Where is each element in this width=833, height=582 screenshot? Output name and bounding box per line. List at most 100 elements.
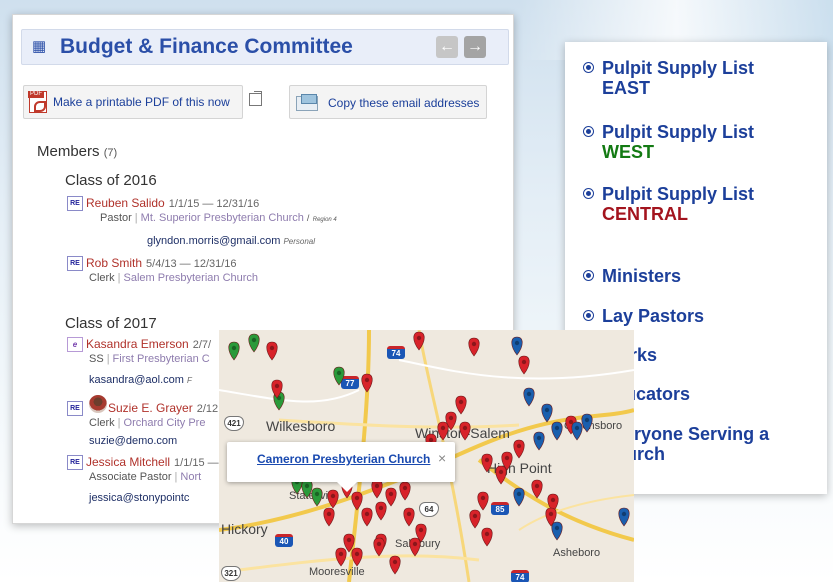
member-name-link[interactable]: Reuben Salido xyxy=(86,196,165,210)
members-heading: Members (7) xyxy=(37,143,117,160)
map-pin-marker[interactable] xyxy=(581,413,593,433)
map-pin-marker[interactable] xyxy=(373,537,385,557)
map-pin-marker[interactable] xyxy=(361,373,373,393)
external-link-icon[interactable] xyxy=(249,91,262,106)
map-pin-marker[interactable] xyxy=(385,487,397,507)
next-arrow-button[interactable]: → xyxy=(464,36,486,58)
class-heading: Class of 2016 xyxy=(65,172,157,189)
map-pin-marker[interactable] xyxy=(413,331,425,351)
map-pin-marker[interactable] xyxy=(351,491,363,511)
member-email-link[interactable]: jessica@stonypointc xyxy=(89,492,189,504)
member-name-link[interactable]: Suzie E. Grayer xyxy=(108,401,193,415)
map-pin-marker[interactable] xyxy=(323,507,335,527)
list-item-label: Lay Pastors xyxy=(602,306,705,326)
members-count: (7) xyxy=(103,147,118,159)
map-pin-marker[interactable] xyxy=(533,431,545,451)
radio-bullet-icon xyxy=(583,310,594,321)
map-pin-marker[interactable] xyxy=(518,355,530,375)
map-pin-marker[interactable] xyxy=(531,479,543,499)
map-pin-marker[interactable] xyxy=(409,537,421,557)
member-term-dates: 2/7/ xyxy=(192,339,212,351)
member-name-link[interactable]: Rob Smith xyxy=(86,256,142,270)
map-pin-marker[interactable] xyxy=(511,336,523,356)
class-heading: Class of 2017 xyxy=(65,315,157,332)
map-pin-marker[interactable] xyxy=(571,421,583,441)
map-pin-marker[interactable] xyxy=(228,341,240,361)
member-email-link[interactable]: kasandra@aol.com xyxy=(89,374,184,386)
previous-arrow-button[interactable]: ← xyxy=(436,36,458,58)
ruling-elder-badge: RE xyxy=(67,196,83,212)
map-pin-marker[interactable] xyxy=(455,395,467,415)
member-email-line: glyndon.morris@gmail.com Personal xyxy=(147,233,315,249)
map-pin-marker[interactable] xyxy=(351,547,363,567)
member-email-link[interactable]: glyndon.morris@gmail.com xyxy=(147,235,280,247)
member-role-line: Clerk | Salem Presbyterian Church xyxy=(89,272,259,284)
member-name-link[interactable]: Kasandra Emerson xyxy=(86,337,189,351)
copy-email-addresses-button[interactable]: Copy these email addresses xyxy=(289,85,487,119)
radio-bullet-icon xyxy=(583,62,594,73)
member-church-link[interactable]: Mt. Superior Presbyterian Church xyxy=(141,212,304,224)
ruling-elder-badge: RE xyxy=(67,256,83,272)
map-pin-marker[interactable] xyxy=(375,501,387,521)
member-term-dates: 2/12 xyxy=(196,403,219,415)
map-pin-marker[interactable] xyxy=(311,487,323,507)
committee-title: Budget & Finance Committee xyxy=(60,35,353,58)
map-pin-marker[interactable] xyxy=(468,337,480,357)
member-role: Clerk xyxy=(89,417,115,429)
list-item-sublabel: CENTRAL xyxy=(602,204,688,224)
map-pin-marker[interactable] xyxy=(551,521,563,541)
close-icon[interactable]: × xyxy=(438,450,446,466)
map-pin-marker[interactable] xyxy=(335,547,347,567)
map-pin-marker[interactable] xyxy=(551,421,563,441)
map-pin-marker[interactable] xyxy=(541,403,553,423)
map-pin-marker[interactable] xyxy=(495,465,507,485)
pdf-icon xyxy=(28,91,47,113)
map-pin-marker[interactable] xyxy=(469,509,481,529)
member-church-link[interactable]: Orchard City Pre xyxy=(124,417,206,429)
map-pin-marker[interactable] xyxy=(459,421,471,441)
map-pin-marker[interactable] xyxy=(248,333,260,353)
member-term-dates: 1/1/15 — xyxy=(174,457,219,469)
map-pin-marker[interactable] xyxy=(437,421,449,441)
radio-bullet-icon xyxy=(583,188,594,199)
member-church-link[interactable]: First Presbyterian C xyxy=(113,353,210,365)
email-icon xyxy=(296,94,318,111)
map-pin-marker[interactable] xyxy=(327,489,339,509)
map-pin-marker[interactable] xyxy=(301,479,313,499)
member-church-link[interactable]: Salem Presbyterian Church xyxy=(124,272,259,284)
people-group-icon: ▦ xyxy=(32,38,47,55)
member-region-separator: / xyxy=(306,213,310,223)
member-email-link[interactable]: suzie@demo.com xyxy=(89,435,177,447)
map-pin-marker[interactable] xyxy=(523,387,535,407)
educator-badge: e xyxy=(67,337,83,353)
member-term-dates: 1/1/15 — 12/31/16 xyxy=(168,198,260,210)
radio-bullet-icon xyxy=(583,126,594,137)
church-map[interactable]: Wilkesboro Hickory Winston-Salem High Po… xyxy=(219,330,634,582)
member-email-line: suzie@demo.com xyxy=(89,433,177,449)
map-pin-marker[interactable] xyxy=(399,481,411,501)
map-pin-marker[interactable] xyxy=(343,533,355,553)
map-pin-marker[interactable] xyxy=(618,507,630,527)
printable-pdf-button[interactable]: Make a printable PDF of this now xyxy=(23,85,243,119)
popup-church-link[interactable]: Cameron Presbyterian Church xyxy=(257,452,430,466)
map-pin-marker[interactable] xyxy=(403,507,415,527)
map-pin-marker[interactable] xyxy=(361,507,373,527)
map-pin-marker[interactable] xyxy=(333,366,345,386)
map-pin-marker[interactable] xyxy=(481,527,493,547)
radio-bullet-icon xyxy=(583,270,594,281)
list-item-label: Pulpit Supply List xyxy=(602,184,754,204)
member-church-link[interactable]: Nort xyxy=(180,471,201,483)
map-pin-marker[interactable] xyxy=(513,487,525,507)
map-pin-marker[interactable] xyxy=(266,341,278,361)
ruling-elder-badge: RE xyxy=(67,401,83,417)
map-pin-marker[interactable] xyxy=(371,479,383,499)
map-pin-marker[interactable] xyxy=(477,491,489,511)
member-role: SS xyxy=(89,353,104,365)
map-pin-marker[interactable] xyxy=(481,453,493,473)
map-pin-marker[interactable] xyxy=(513,439,525,459)
member-name-link[interactable]: Jessica Mitchell xyxy=(86,455,170,469)
map-pin-marker[interactable] xyxy=(389,555,401,575)
copy-email-label: Copy these email addresses xyxy=(328,96,480,110)
list-item-label: Pulpit Supply List xyxy=(602,122,754,142)
member-email-note: F xyxy=(186,376,192,385)
